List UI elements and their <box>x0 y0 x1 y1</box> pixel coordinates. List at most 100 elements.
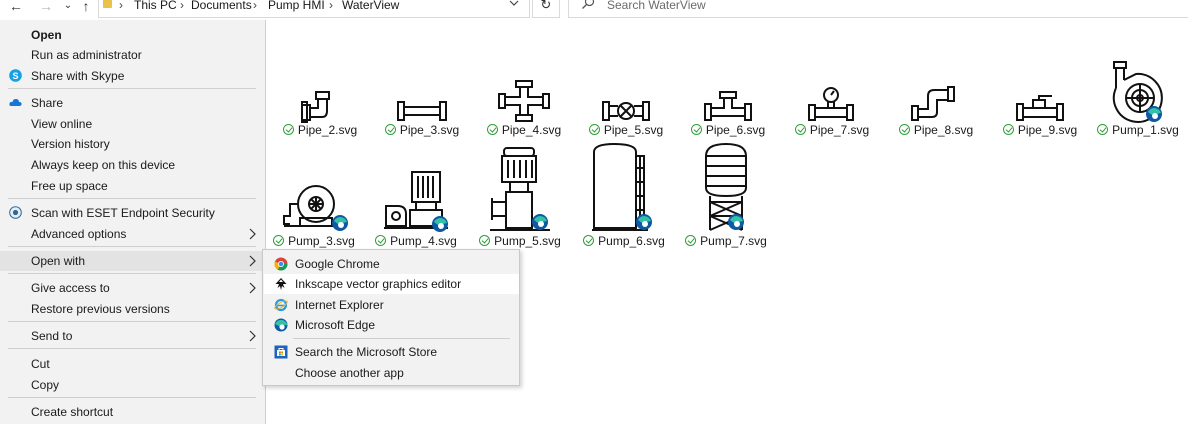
breadcrumb-separator-icon[interactable]: › <box>329 0 333 12</box>
menu-item-view-online[interactable]: View online <box>0 114 265 134</box>
menu-item-label: Share with Skype <box>31 69 125 83</box>
breadcrumb-waterview[interactable]: WaterView <box>342 0 399 12</box>
menu-item-label: Scan with ESET Endpoint Security <box>31 206 215 220</box>
menu-item-label: Restore previous versions <box>31 302 170 316</box>
file-name-label: Pipe_7.svg <box>782 123 882 137</box>
edge-badge-icon <box>728 214 744 230</box>
sync-check-icon <box>273 235 285 246</box>
sync-check-icon <box>583 235 595 246</box>
forward-arrow-icon[interactable]: → <box>36 0 56 15</box>
back-arrow-icon[interactable]: ← <box>6 0 26 15</box>
submenu-separator <box>293 338 510 339</box>
address-dropdown-chevron-icon[interactable] <box>509 0 519 8</box>
breadcrumb-this-pc[interactable]: This PC <box>134 0 177 12</box>
menu-item-share[interactable]: Share <box>0 93 265 113</box>
menu-item-copy[interactable]: Copy <box>0 375 265 395</box>
sync-check-icon <box>486 124 498 135</box>
submenu-chevron-icon <box>249 228 256 240</box>
menu-item-always-keep[interactable]: Always keep on this device <box>0 155 265 175</box>
menu-separator <box>8 397 256 398</box>
menu-item-label: Give access to <box>31 281 110 295</box>
skype-icon: S <box>9 69 22 82</box>
refresh-icon: ↻ <box>540 0 552 12</box>
submenu-item-inkscape[interactable]: Inkscape vector graphics editor <box>264 274 519 294</box>
sync-check-icon <box>479 235 491 246</box>
menu-item-label: Free up space <box>31 179 108 193</box>
menu-item-label: Advanced options <box>31 227 127 241</box>
store-icon <box>274 345 288 359</box>
menu-item-label: Version history <box>31 137 110 151</box>
menu-item-open[interactable]: Open <box>0 25 265 45</box>
submenu-item-google-chrome[interactable]: Google Chrome <box>264 254 519 274</box>
menu-item-open-with[interactable]: Open with <box>0 251 265 271</box>
search-icon <box>582 0 595 9</box>
edge-badge-icon <box>432 216 448 232</box>
menu-item-label: Open with <box>31 254 86 268</box>
sync-check-icon <box>1002 124 1014 135</box>
sync-check-icon <box>794 124 806 135</box>
menu-item-share-with-skype[interactable]: S Share with Skype <box>0 66 265 86</box>
menu-item-run-as-administrator[interactable]: Run as administrator <box>0 45 265 65</box>
menu-item-give-access-to[interactable]: Give access to <box>0 278 265 298</box>
submenu-item-label: Choose another app <box>295 366 404 380</box>
menu-item-send-to[interactable]: Send to <box>0 326 265 346</box>
search-input[interactable]: Search WaterView <box>568 0 1188 18</box>
folder-icon <box>103 0 112 8</box>
submenu-item-choose-another-app[interactable]: Choose another app <box>264 363 519 383</box>
sync-check-icon <box>588 124 600 135</box>
chrome-icon <box>274 257 288 271</box>
breadcrumb-pump-hmi[interactable]: Pump HMI <box>268 0 325 12</box>
submenu-chevron-icon <box>249 282 256 294</box>
breadcrumb-separator-icon[interactable]: › <box>253 0 257 12</box>
pump-vertical-icon <box>490 147 550 231</box>
menu-item-label: View online <box>31 117 93 131</box>
recent-locations-chevron-icon[interactable]: ⌄ <box>58 0 78 15</box>
submenu-item-label: Google Chrome <box>295 257 380 271</box>
menu-item-create-shortcut[interactable]: Create shortcut <box>0 402 265 422</box>
sync-check-icon <box>685 235 697 246</box>
menu-separator <box>8 348 256 349</box>
pipe-straight-icon <box>397 101 447 121</box>
menu-item-label: Copy <box>31 378 60 392</box>
submenu-item-internet-explorer[interactable]: Internet Explorer <box>264 295 519 315</box>
menu-item-cut[interactable]: Cut <box>0 354 265 374</box>
inkscape-icon <box>275 278 287 290</box>
menu-item-advanced-options[interactable]: Advanced options <box>0 224 265 244</box>
file-name-label: Pump_6.svg <box>574 234 674 248</box>
search-placeholder: Search WaterView <box>607 0 706 12</box>
menu-separator <box>8 246 256 247</box>
menu-item-restore-previous-versions[interactable]: Restore previous versions <box>0 299 265 319</box>
submenu-item-microsoft-edge[interactable]: Microsoft Edge <box>264 315 519 335</box>
pump-horizontal-icon <box>283 185 348 231</box>
breadcrumb-documents[interactable]: Documents <box>191 0 252 12</box>
edge-badge-icon <box>332 215 348 231</box>
edge-badge-icon <box>636 214 652 230</box>
address-bar: ← → ⌄ ↑ › This PC › Documents › Pump HMI… <box>0 0 1188 20</box>
pipe-ball-valve-icon <box>1016 95 1064 121</box>
submenu-item-microsoft-store[interactable]: Search the Microsoft Store <box>264 342 519 362</box>
sync-check-icon <box>898 124 910 135</box>
up-arrow-icon[interactable]: ↑ <box>76 0 96 15</box>
pipe-gauge-icon <box>808 87 854 121</box>
menu-separator <box>8 321 256 322</box>
menu-item-free-up-space[interactable]: Free up space <box>0 176 265 196</box>
tank-icon <box>592 142 652 231</box>
menu-item-scan-eset[interactable]: Scan with ESET Endpoint Security <box>0 203 265 223</box>
breadcrumb[interactable]: › This PC › Documents › Pump HMI › Water… <box>98 0 530 18</box>
breadcrumb-separator-icon[interactable]: › <box>180 0 184 12</box>
menu-item-label: Cut <box>31 357 50 371</box>
eset-icon <box>9 206 22 219</box>
tower-tank-icon <box>705 142 747 231</box>
menu-item-version-history[interactable]: Version history <box>0 134 265 154</box>
submenu-chevron-icon <box>249 255 256 267</box>
onedrive-cloud-icon <box>9 98 22 106</box>
context-menu: Open Run as administrator S Share with S… <box>0 20 266 424</box>
pipe-elbow-icon <box>301 91 330 123</box>
pump-motor-icon <box>384 171 448 232</box>
refresh-button[interactable]: ↻ <box>532 0 560 18</box>
sync-check-icon <box>384 124 396 135</box>
file-name-label: Pump_4.svg <box>366 234 466 248</box>
file-name-label: Pipe_4.svg <box>474 123 574 137</box>
breadcrumb-separator-icon[interactable]: › <box>119 0 123 12</box>
file-name-label: Pipe_6.svg <box>678 123 778 137</box>
